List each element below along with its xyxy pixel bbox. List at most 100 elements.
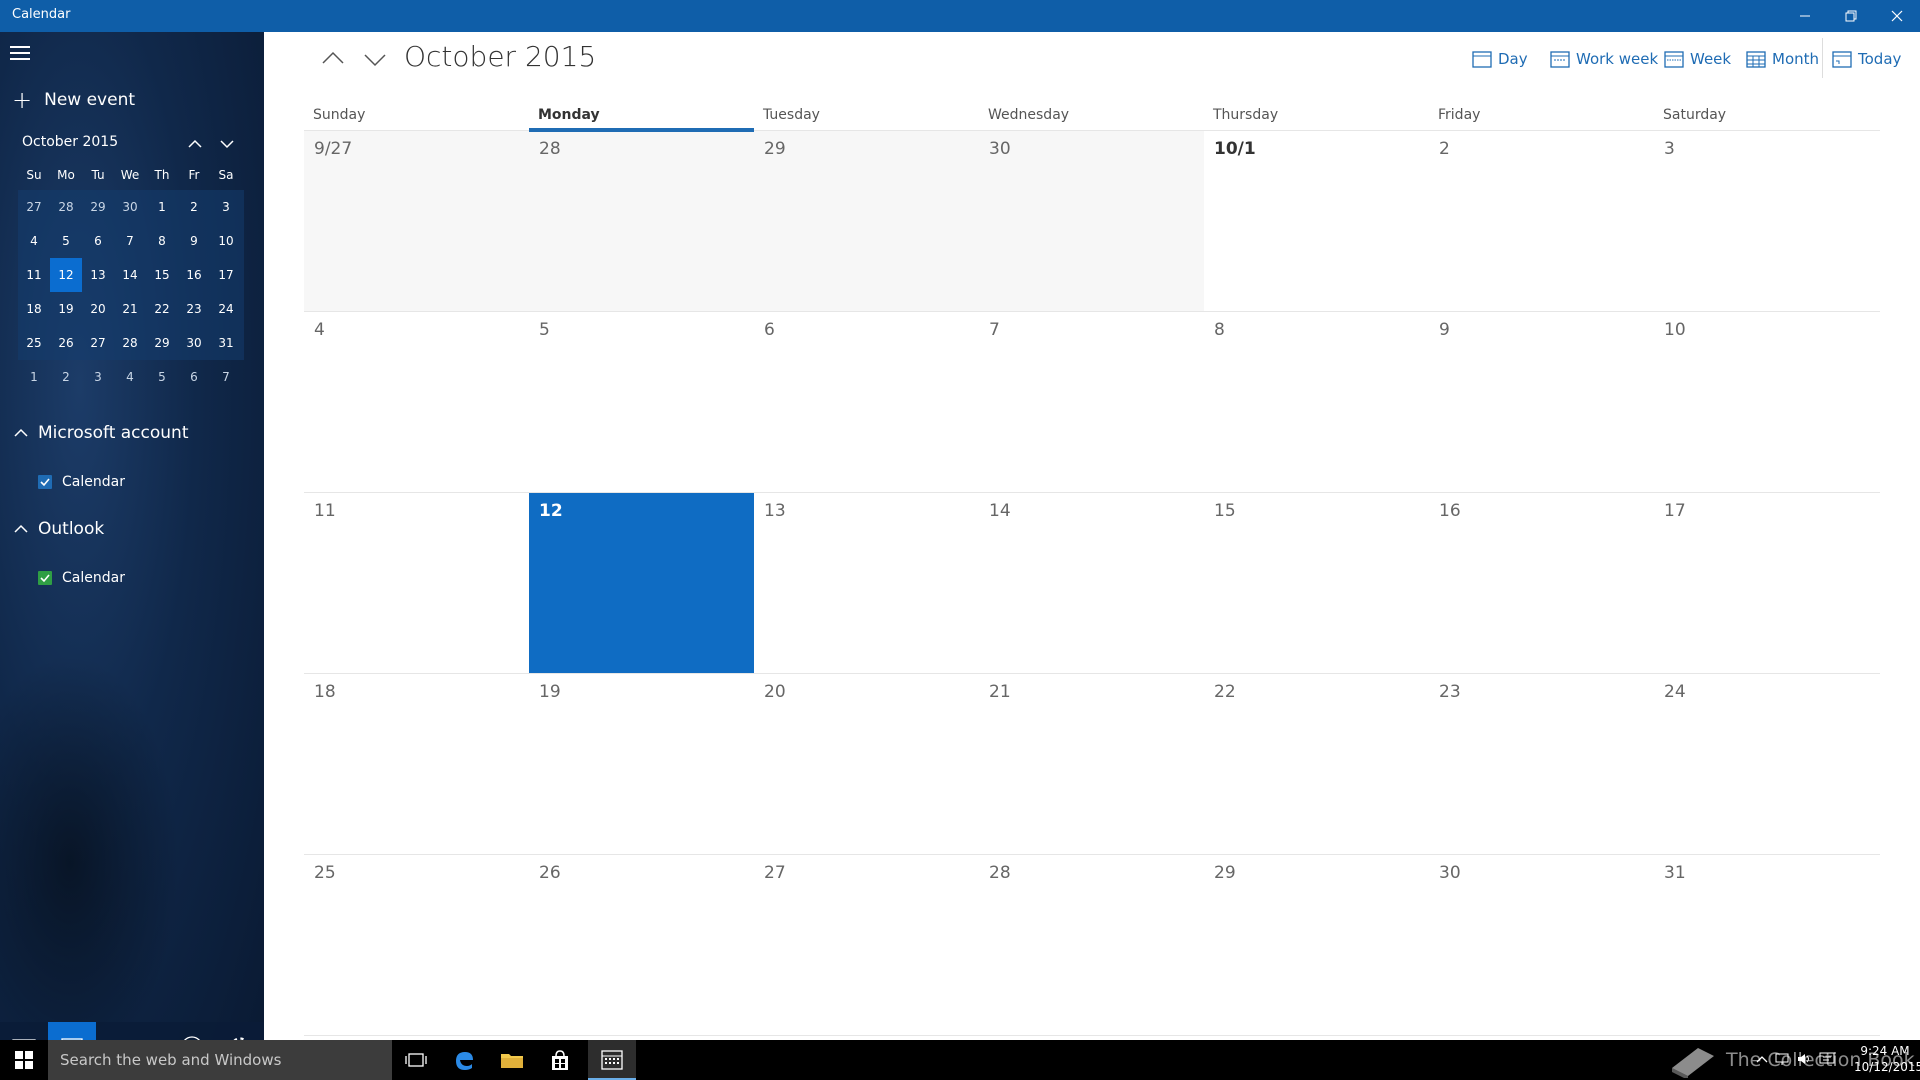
calendar-taskbar-button[interactable] (588, 1040, 636, 1080)
hamburger-menu-button[interactable] (10, 44, 32, 62)
mini-calendar-day[interactable]: 30 (178, 326, 210, 360)
mini-calendar-next-button[interactable] (215, 132, 239, 156)
view-month-button[interactable]: Month (1746, 44, 1819, 74)
month-day-cell[interactable]: 30 (979, 131, 1204, 311)
month-day-cell[interactable]: 17 (1654, 493, 1879, 673)
mini-calendar-day[interactable]: 5 (50, 224, 82, 258)
month-day-cell[interactable]: 8 (1204, 312, 1429, 492)
month-day-cell[interactable]: 2 (1429, 131, 1654, 311)
month-day-cell[interactable]: 23 (1429, 674, 1654, 854)
settings-button[interactable] (216, 1022, 264, 1040)
calendar-toggle-microsoft[interactable]: Calendar (38, 470, 125, 494)
account-group-microsoft[interactable]: Microsoft account (12, 418, 189, 448)
mini-calendar-day[interactable]: 31 (210, 326, 242, 360)
network-icon[interactable] (1772, 1052, 1794, 1069)
next-month-button[interactable] (360, 44, 390, 74)
mini-calendar-day[interactable]: 7 (114, 224, 146, 258)
feedback-button[interactable] (168, 1022, 216, 1040)
month-day-cell[interactable]: 24 (1654, 674, 1879, 854)
mini-calendar-day[interactable]: 4 (114, 360, 146, 394)
mini-calendar-day[interactable]: 12 (50, 258, 82, 292)
mini-calendar-day[interactable]: 1 (18, 360, 50, 394)
mini-calendar-day[interactable]: 27 (82, 326, 114, 360)
mini-calendar-day[interactable]: 23 (178, 292, 210, 326)
view-work-week-button[interactable]: Work week (1550, 44, 1658, 74)
system-clock[interactable]: 9:24 AM 10/12/2015 (1854, 1043, 1920, 1075)
mini-calendar-day[interactable]: 7 (210, 360, 242, 394)
mini-calendar-day[interactable]: 28 (114, 326, 146, 360)
month-day-cell[interactable]: 6 (754, 312, 979, 492)
month-day-cell[interactable]: 18 (304, 674, 529, 854)
checkbox-checked-icon[interactable] (38, 571, 52, 585)
month-day-cell[interactable]: 21 (979, 674, 1204, 854)
previous-month-button[interactable] (318, 44, 348, 74)
mini-calendar-title[interactable]: October 2015 (22, 134, 118, 150)
month-day-cell[interactable]: 29 (1204, 855, 1429, 1035)
month-day-cell[interactable]: 13 (754, 493, 979, 673)
month-day-cell[interactable]: 28 (979, 855, 1204, 1035)
mini-calendar-day[interactable]: 3 (210, 190, 242, 224)
month-day-cell[interactable]: 25 (304, 855, 529, 1035)
mini-calendar-day[interactable]: 30 (114, 190, 146, 224)
action-center-icon[interactable] (1816, 1052, 1838, 1069)
file-explorer-button[interactable] (488, 1040, 536, 1080)
mail-button[interactable] (0, 1022, 48, 1040)
month-day-cell[interactable]: 14 (979, 493, 1204, 673)
month-day-cell[interactable]: 16 (1429, 493, 1654, 673)
checkbox-checked-icon[interactable] (38, 475, 52, 489)
mini-calendar-day[interactable]: 3 (82, 360, 114, 394)
task-view-button[interactable] (392, 1040, 440, 1080)
mini-calendar-day[interactable]: 6 (82, 224, 114, 258)
mini-calendar-day[interactable]: 24 (210, 292, 242, 326)
month-day-cell[interactable]: 28 (529, 131, 754, 311)
new-event-button[interactable]: + New event (12, 84, 135, 116)
month-day-cell[interactable]: 4 (304, 312, 529, 492)
view-day-button[interactable]: Day (1472, 44, 1528, 74)
month-day-cell[interactable]: 9 (1429, 312, 1654, 492)
mini-calendar-day[interactable]: 19 (50, 292, 82, 326)
mini-calendar-day[interactable]: 28 (50, 190, 82, 224)
mini-calendar-day[interactable]: 2 (50, 360, 82, 394)
mini-calendar-day[interactable]: 14 (114, 258, 146, 292)
month-day-cell[interactable]: 7 (979, 312, 1204, 492)
mini-calendar-day[interactable]: 15 (146, 258, 178, 292)
month-day-cell[interactable]: 20 (754, 674, 979, 854)
month-day-cell[interactable]: 5 (529, 312, 754, 492)
mini-calendar-day[interactable]: 21 (114, 292, 146, 326)
mini-calendar-day[interactable]: 20 (82, 292, 114, 326)
mini-calendar-day[interactable]: 11 (18, 258, 50, 292)
mini-calendar-day[interactable]: 25 (18, 326, 50, 360)
month-day-cell[interactable]: 27 (754, 855, 979, 1035)
calendar-app-button[interactable] (48, 1022, 96, 1040)
today-button[interactable]: Today (1832, 44, 1901, 74)
mini-calendar-day[interactable]: 13 (82, 258, 114, 292)
mini-calendar-day[interactable]: 27 (18, 190, 50, 224)
month-day-cell[interactable]: 26 (529, 855, 754, 1035)
month-day-cell[interactable]: 10/1 (1204, 131, 1429, 311)
mini-calendar-day[interactable]: 5 (146, 360, 178, 394)
restore-button[interactable] (1828, 0, 1874, 32)
month-day-cell[interactable]: 12 (529, 493, 754, 673)
mini-calendar-day[interactable]: 16 (178, 258, 210, 292)
month-day-cell[interactable]: 15 (1204, 493, 1429, 673)
month-day-cell[interactable]: 31 (1654, 855, 1879, 1035)
month-day-cell[interactable]: 30 (1429, 855, 1654, 1035)
mini-calendar-day[interactable]: 8 (146, 224, 178, 258)
month-day-cell[interactable]: 19 (529, 674, 754, 854)
search-input[interactable]: Search the web and Windows (48, 1040, 392, 1080)
mini-calendar-day[interactable]: 2 (178, 190, 210, 224)
mini-calendar-prev-button[interactable] (183, 132, 207, 156)
mini-calendar-day[interactable]: 26 (50, 326, 82, 360)
close-button[interactable] (1874, 0, 1920, 32)
month-day-cell[interactable]: 11 (304, 493, 529, 673)
mini-calendar-day[interactable]: 29 (146, 326, 178, 360)
tray-overflow-chevron-icon[interactable] (1752, 1053, 1772, 1067)
month-day-cell[interactable]: 29 (754, 131, 979, 311)
edge-browser-button[interactable] (440, 1040, 488, 1080)
month-day-cell[interactable]: 3 (1654, 131, 1879, 311)
month-day-cell[interactable]: 9/27 (304, 131, 529, 311)
minimize-button[interactable] (1782, 0, 1828, 32)
mini-calendar-day[interactable]: 17 (210, 258, 242, 292)
start-button[interactable] (0, 1040, 48, 1080)
month-day-cell[interactable]: 10 (1654, 312, 1879, 492)
